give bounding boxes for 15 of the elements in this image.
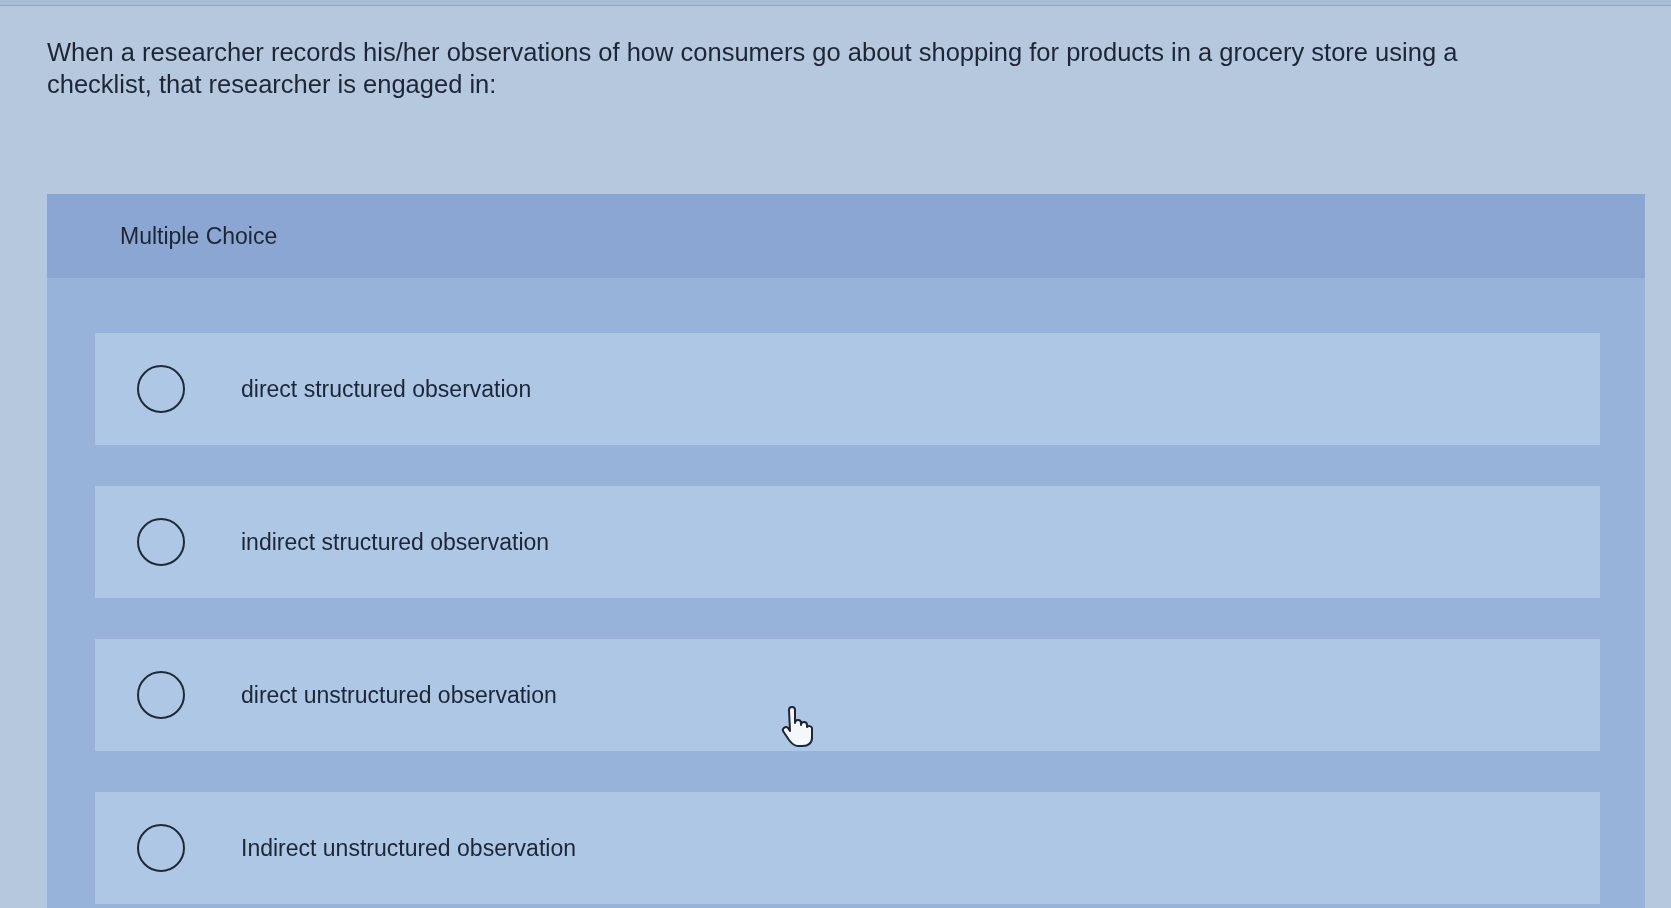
radio-button[interactable] <box>137 824 185 872</box>
radio-button[interactable] <box>137 365 185 413</box>
option-label: indirect structured observation <box>241 527 550 557</box>
answer-option[interactable]: direct structured observation <box>95 333 1600 445</box>
question-type-label: Multiple Choice <box>120 221 278 251</box>
radio-button[interactable] <box>137 671 185 719</box>
option-label: direct structured observation <box>241 374 532 404</box>
answer-option[interactable]: Indirect unstructured observation <box>95 792 1600 904</box>
question-text: When a researcher records his/her observations of how consumers go about shopping for products in a grocery store using a checklist, that researcher is engaged in: <box>47 37 1459 100</box>
option-label: Indirect unstructured observation <box>241 833 576 863</box>
radio-button[interactable] <box>137 518 185 566</box>
answer-option[interactable]: indirect structured observation <box>95 486 1600 598</box>
pointer-hand-icon <box>780 706 814 748</box>
option-label: direct unstructured observation <box>241 680 557 710</box>
answer-option[interactable]: direct unstructured observation <box>95 639 1600 751</box>
